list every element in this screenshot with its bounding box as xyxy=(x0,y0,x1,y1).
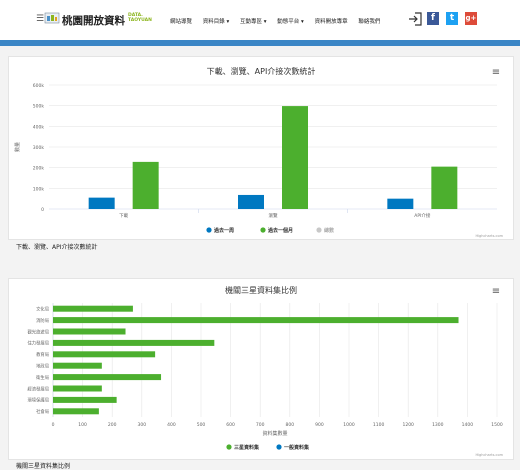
chart2-x-tick: 0 xyxy=(52,422,55,428)
chart2-credit: Highcharts.com xyxy=(475,453,503,457)
chart1-x-tick: 瀏覽 xyxy=(269,212,278,219)
chart2-legend-marker xyxy=(226,444,232,450)
logo-icon xyxy=(44,12,60,24)
google-plus-icon[interactable]: g+ xyxy=(465,12,477,25)
login-icon[interactable] xyxy=(408,12,422,26)
chart2-bar xyxy=(53,339,215,346)
twitter-icon[interactable]: t xyxy=(446,12,458,25)
chart2-y-tick: 衛生局 xyxy=(36,374,49,381)
chart2-x-tick: 1200 xyxy=(402,422,414,428)
chart2-bar xyxy=(53,385,102,392)
chart1-credit: Highcharts.com xyxy=(475,234,503,238)
chart2-x-tick: 900 xyxy=(315,422,324,428)
chart2-y-tick: 觀光旅遊局 xyxy=(28,328,49,335)
chart2-title: 機關三星資料集比例 xyxy=(225,285,297,295)
chart2-x-label: 資料集數量 xyxy=(262,430,287,437)
chart2-x-tick: 1300 xyxy=(432,422,444,428)
chart2-x-tick: 1000 xyxy=(343,422,355,428)
site-subtitle: DATA. TAOYUAN xyxy=(128,13,152,23)
chart2-y-tick: 住力發展局 xyxy=(28,340,49,347)
chart2-x-tick: 700 xyxy=(256,422,265,428)
header-band xyxy=(0,40,520,46)
chart2-y-tick: 社會局 xyxy=(36,408,49,415)
chart2-x-tick: 1400 xyxy=(462,422,474,428)
site-subtitle-line-2: TAOYUAN xyxy=(128,18,152,23)
chart2-legend-label[interactable]: 一般資料集 xyxy=(284,444,310,451)
chart2-legend-marker xyxy=(276,444,282,450)
chart2-x-tick: 300 xyxy=(138,422,147,428)
chart1-legend-marker xyxy=(316,227,322,233)
chart2-bar xyxy=(53,328,126,335)
nav-interactive[interactable]: 互動專區 ▾ xyxy=(240,19,267,25)
chart2-bar xyxy=(53,408,99,415)
chart1-y-label: 數量 xyxy=(14,142,21,152)
site-header: ☰ 桃園開放資料 DATA. TAOYUAN 網站導覽 資料目錄 ▾ 互動專區 ▾… xyxy=(0,0,520,40)
chart1-bar xyxy=(132,161,159,209)
nav-dynamic[interactable]: 動態平台 ▾ xyxy=(277,19,304,25)
chart1-bar xyxy=(387,198,414,209)
chart2-x-tick: 500 xyxy=(197,422,206,428)
chart1-y-tick: 200k xyxy=(33,166,45,172)
menu-icon[interactable]: ☰ xyxy=(36,14,44,24)
chart2-y-tick: 環境保護局 xyxy=(28,397,49,404)
chart2-x-tick: 600 xyxy=(226,422,235,428)
chart2-bar xyxy=(53,396,117,403)
chart2-x-tick: 1100 xyxy=(373,422,385,428)
chart1-y-tick: 500k xyxy=(33,104,45,110)
chart1-legend-marker xyxy=(206,227,212,233)
chart1-caption: 下載、瀏覽、API介接次數統計 xyxy=(16,244,98,251)
chart1-title: 下載、瀏覽、API介接次數統計 xyxy=(207,66,316,76)
nav-contact[interactable]: 聯絡我們 xyxy=(358,19,380,25)
chart2-menu-icon[interactable]: ≡ xyxy=(492,286,500,297)
facebook-icon[interactable]: f xyxy=(427,12,439,25)
chart1-legend-label[interactable]: 過去一個月 xyxy=(267,227,293,234)
chart1-panel: 下載、瀏覽、API介接次數統計 ≡ 0 100k 200k 300k 400k 500k 600… xyxy=(8,56,514,240)
chart2-x-tick: 800 xyxy=(286,422,295,428)
chart2-bar xyxy=(53,362,102,369)
chart2-x-tick: 1500 xyxy=(491,422,503,428)
chart1-y-tick: 600k xyxy=(33,83,45,89)
chart2-panel: 機關三星資料集比例 ≡ 0 100 200 300 400 500 600 700 800 900 10… xyxy=(8,278,514,460)
chart2-bar xyxy=(53,305,133,312)
chart1-y-tick: 300k xyxy=(33,145,45,151)
chart2-bar xyxy=(53,317,459,324)
site-title[interactable]: 桃園開放資料 xyxy=(62,13,125,28)
chart1-y-tick: 400k xyxy=(33,124,45,130)
chart2-y-tick: 消防局 xyxy=(36,317,49,324)
chart1-x-tick: API介接 xyxy=(414,212,431,219)
chart2-y-tick: 經濟發展局 xyxy=(28,385,49,392)
chart1-legend-label[interactable]: 過去一周 xyxy=(213,227,234,234)
chart2-caption: 機關三星資料集比例 xyxy=(16,463,71,470)
nav-catalog[interactable]: 資料目錄 ▾ xyxy=(203,19,230,25)
chart2-y-tick: 教育局 xyxy=(36,351,49,358)
chart1-svg: 下載、瀏覽、API介接次數統計 ≡ 0 100k 200k 300k 400k 500k 600… xyxy=(14,66,504,238)
chart1-x-tick: 下載 xyxy=(119,212,128,219)
chart2-svg: 機關三星資料集比例 ≡ 0 100 200 300 400 500 600 700 800 900 10… xyxy=(28,285,504,457)
chart1-legend-label[interactable]: 總數 xyxy=(324,227,335,234)
chart1-menu-icon[interactable]: ≡ xyxy=(492,67,500,78)
chart2-x-tick: 400 xyxy=(167,422,176,428)
chart2-bar xyxy=(53,374,162,381)
chart2-y-tick: 地政局 xyxy=(36,363,49,370)
chart1-y-tick: 100k xyxy=(33,186,45,192)
chart1-legend-marker xyxy=(260,227,266,233)
chart1-bar xyxy=(431,166,458,209)
chart2-x-tick: 200 xyxy=(108,422,117,428)
chart1-bar xyxy=(282,106,308,209)
chart2-x-tick: 100 xyxy=(78,422,87,428)
main-nav: 網站導覽 資料目錄 ▾ 互動專區 ▾ 動態平台 ▾ 資料開放專章 聯絡我們 xyxy=(170,17,389,25)
chart1-y-tick: 0 xyxy=(41,207,44,213)
chart2-legend-label[interactable]: 三星資料集 xyxy=(234,444,260,451)
chart1-bar xyxy=(238,194,264,209)
chart1-bar xyxy=(88,197,115,209)
chart2-bar xyxy=(53,351,156,358)
nav-sitemap[interactable]: 網站導覽 xyxy=(170,19,192,25)
nav-open-data-chapter[interactable]: 資料開放專章 xyxy=(315,19,348,25)
chart2-y-tick: 文化局 xyxy=(36,306,49,313)
